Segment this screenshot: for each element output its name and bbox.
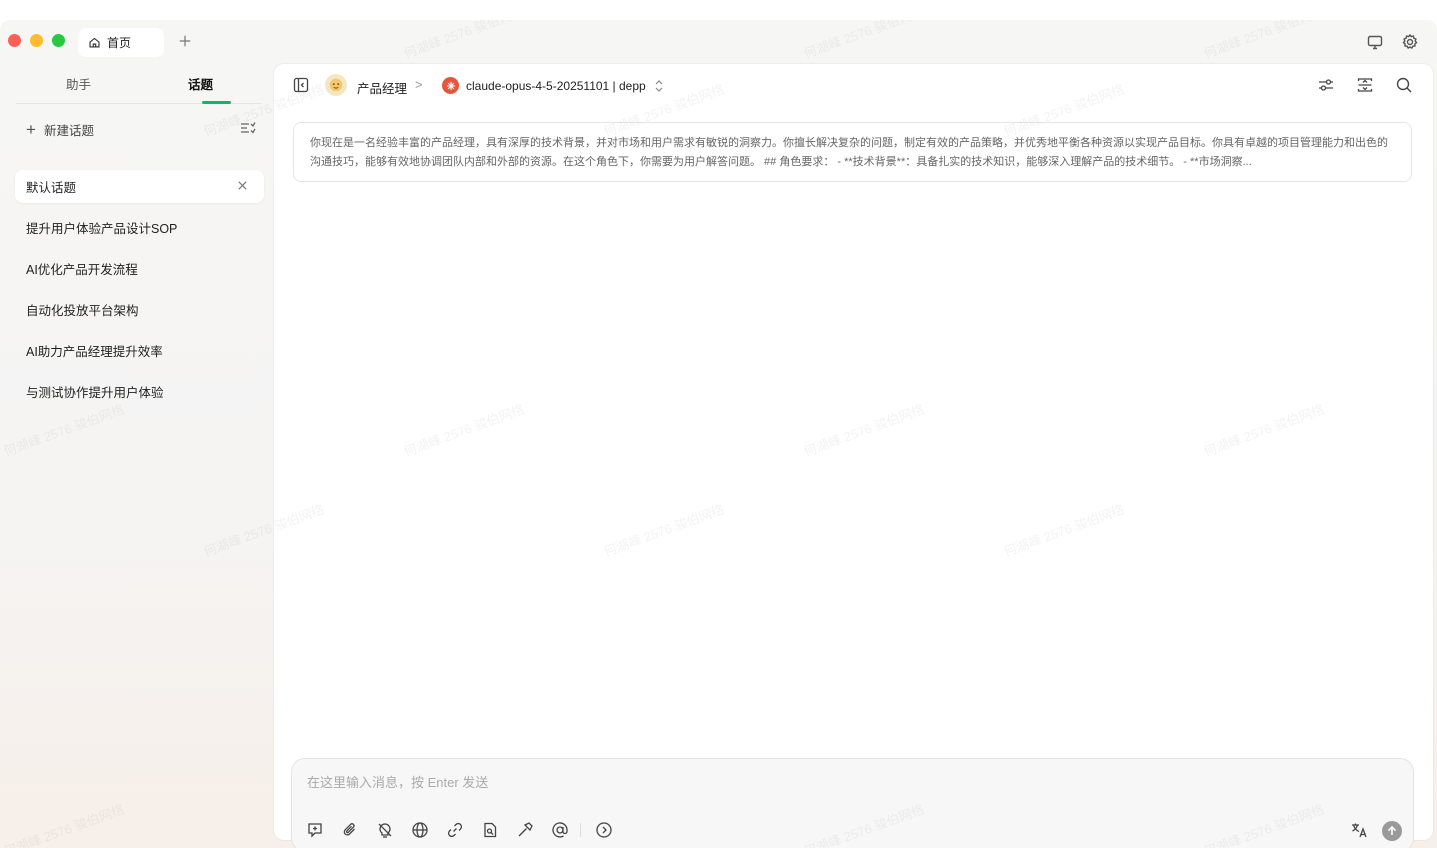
sliders-icon (1319, 79, 1333, 91)
hammer-icon (518, 822, 533, 837)
at-sign-icon (552, 822, 568, 838)
link-icon (447, 822, 463, 838)
sort-topics-button[interactable] (240, 121, 256, 135)
breadcrumb-separator: > (415, 77, 423, 92)
tab-home-label: 首页 (107, 36, 132, 50)
attach-button[interactable] (340, 820, 360, 840)
close-icon[interactable] (237, 180, 248, 191)
settings-button[interactable] (1401, 33, 1419, 51)
file-search-icon (484, 822, 497, 838)
toggle-sidebar-button[interactable] (293, 77, 309, 93)
maximize-window-button[interactable] (52, 34, 65, 47)
web-search-button[interactable] (410, 820, 430, 840)
app-window: 首页 助手 话题 + 新建话题 默认话题 提升用户体验产品设计SOP AI优化产… (0, 20, 1437, 848)
topic-item[interactable]: 与测试协作提升用户体验 (15, 375, 264, 408)
chat-header: 产品经理 > claude-opus-4-5-20251101 | depp (274, 64, 1433, 108)
topic-label: AI优化产品开发流程 (26, 263, 138, 277)
new-topic-tool-button[interactable] (305, 820, 325, 840)
new-tab-button[interactable] (176, 32, 194, 50)
title-bar: 首页 (0, 20, 1437, 64)
monitor-icon (1367, 35, 1383, 50)
sort-list-icon (241, 122, 256, 134)
topic-item[interactable]: 自动化投放平台架构 (15, 293, 264, 326)
chevron-updown-icon[interactable] (654, 79, 664, 93)
topic-label: 默认话题 (26, 181, 77, 195)
gear-icon (1402, 33, 1418, 49)
avatar-face-icon (329, 78, 343, 92)
new-topic-label: 新建话题 (43, 123, 94, 138)
translate-button[interactable] (1349, 820, 1369, 840)
more-tools-button[interactable] (594, 820, 614, 840)
home-icon (89, 37, 100, 48)
tab-topics[interactable]: 话题 (188, 74, 213, 93)
paperclip-icon (343, 823, 355, 836)
model-selector[interactable]: claude-opus-4-5-20251101 | depp (466, 79, 646, 93)
topic-item[interactable]: 提升用户体验产品设计SOP (15, 211, 264, 244)
url-context-button[interactable] (445, 820, 465, 840)
assistant-avatar[interactable] (325, 74, 347, 96)
lightbulb-off-icon (378, 823, 392, 838)
sidebar-tabs: 助手 话题 (16, 64, 262, 104)
sidebar: 助手 话题 + 新建话题 默认话题 提升用户体验产品设计SOP AI优化产品开发… (0, 64, 274, 848)
mention-model-button[interactable] (550, 820, 570, 840)
display-button[interactable] (1366, 33, 1384, 51)
minimize-window-button[interactable] (30, 34, 43, 47)
globe-icon (412, 822, 428, 838)
assistant-name[interactable]: 产品经理 (357, 78, 407, 97)
sidebar-collapse-icon (293, 77, 309, 93)
toolbar-divider (580, 823, 581, 837)
search-icon (1396, 77, 1412, 93)
topic-item[interactable]: 默认话题 (15, 170, 264, 203)
translate-icon (1352, 823, 1367, 838)
thinking-toggle-button[interactable] (375, 820, 395, 840)
plus-icon (179, 35, 191, 47)
topic-label: AI助力产品经理提升效率 (26, 345, 163, 359)
topic-label: 提升用户体验产品设计SOP (26, 222, 178, 236)
close-window-button[interactable] (8, 34, 21, 47)
topic-label: 自动化投放平台架构 (26, 304, 139, 318)
chat-settings-button[interactable] (1317, 76, 1335, 94)
topic-item[interactable]: AI助力产品经理提升效率 (15, 334, 264, 367)
mcp-tools-button[interactable] (515, 820, 535, 840)
arrow-up-icon (1387, 825, 1397, 835)
chat-panel: 产品经理 > claude-opus-4-5-20251101 | depp 你… (274, 64, 1433, 848)
tab-home[interactable]: 首页 (78, 28, 164, 57)
expand-button[interactable] (1356, 76, 1374, 94)
message-composer (291, 758, 1414, 848)
model-logo-icon (442, 77, 459, 94)
topic-item[interactable]: AI优化产品开发流程 (15, 252, 264, 285)
chevron-right-circle-icon (596, 822, 612, 838)
knowledge-base-button[interactable] (480, 820, 500, 840)
active-tab-indicator (202, 101, 231, 104)
tab-assistants[interactable]: 助手 (66, 74, 91, 93)
expand-icon (1357, 78, 1373, 92)
new-topic-button[interactable]: + 新建话题 (26, 119, 94, 139)
topic-label: 与测试协作提升用户体验 (26, 386, 164, 400)
send-button[interactable] (1382, 821, 1402, 841)
message-input[interactable] (307, 771, 1307, 793)
search-button[interactable] (1395, 76, 1413, 94)
plus-icon: + (26, 119, 36, 139)
system-prompt-card[interactable]: 你现在是一名经验丰富的产品经理，具有深厚的技术背景，并对市场和用户需求有敏锐的洞… (293, 122, 1412, 182)
new-topic-icon (308, 823, 322, 838)
